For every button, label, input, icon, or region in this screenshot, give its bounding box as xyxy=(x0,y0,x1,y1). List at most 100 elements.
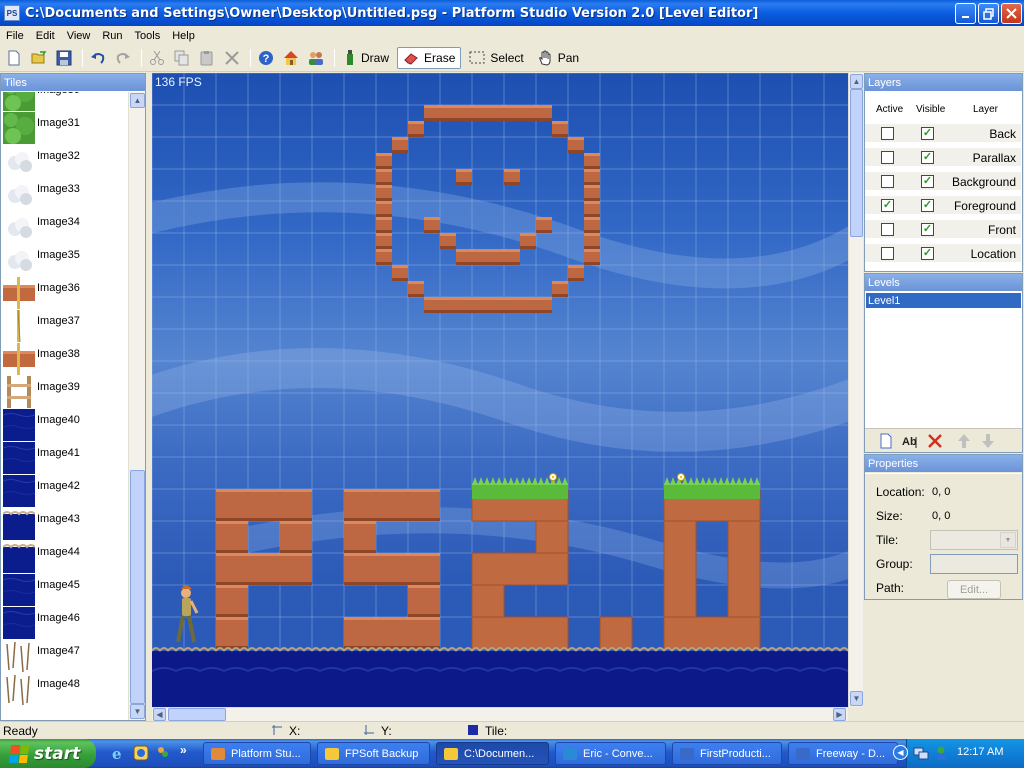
layer-active-checkbox[interactable] xyxy=(881,247,894,260)
layer-active-checkbox[interactable] xyxy=(881,127,894,140)
menu-view[interactable]: View xyxy=(61,30,97,42)
taskbar-button[interactable]: Freeway - D... xyxy=(788,742,898,765)
minimize-button[interactable] xyxy=(955,3,976,24)
tiles-scrollbar[interactable]: ▲ ▼ xyxy=(128,92,145,720)
menu-edit[interactable]: Edit xyxy=(30,30,61,42)
tile-list-item[interactable]: Image31 xyxy=(1,111,128,144)
cut-icon[interactable] xyxy=(146,47,168,69)
brick-tile xyxy=(280,553,312,585)
tile-list-item[interactable]: Image33 xyxy=(1,177,128,210)
menu-file[interactable]: File xyxy=(0,30,30,42)
delete-level-icon[interactable] xyxy=(927,433,943,449)
copy-icon[interactable] xyxy=(171,47,193,69)
move-down-icon[interactable] xyxy=(981,433,995,449)
draw-tool-button[interactable]: Draw xyxy=(339,47,394,69)
scroll-up-button[interactable]: ▲ xyxy=(130,93,145,108)
paste-icon[interactable] xyxy=(196,47,218,69)
home-icon[interactable] xyxy=(280,47,302,69)
edit-path-button[interactable]: Edit... xyxy=(947,580,1001,599)
messenger-icon[interactable] xyxy=(155,745,171,761)
tile-list-item[interactable]: Image43 xyxy=(1,507,128,540)
menu-help[interactable]: Help xyxy=(166,30,201,42)
tile-thumbnail xyxy=(6,674,30,705)
menu-run[interactable]: Run xyxy=(96,30,128,42)
scroll-down-button[interactable]: ▼ xyxy=(130,704,145,719)
tile-list-item[interactable]: Image44 xyxy=(1,540,128,573)
new-level-icon[interactable] xyxy=(879,433,893,449)
menu-tools[interactable]: Tools xyxy=(129,30,167,42)
network-icon[interactable] xyxy=(913,745,929,761)
users-icon[interactable] xyxy=(305,47,327,69)
tray-expand-icon[interactable]: ◀ xyxy=(893,745,908,760)
tile-list-item[interactable]: Image48 xyxy=(1,672,128,705)
canvas-scroll-up-button[interactable]: ▲ xyxy=(850,74,863,89)
new-icon[interactable] xyxy=(3,47,25,69)
tile-list-item[interactable]: Image42 xyxy=(1,474,128,507)
brick-tile xyxy=(584,153,600,169)
select-tool-button[interactable]: Select xyxy=(464,47,528,69)
tile-list-item[interactable]: Image37 xyxy=(1,309,128,342)
pan-tool-button[interactable]: Pan xyxy=(532,47,584,69)
tile-list-item[interactable]: Image45 xyxy=(1,573,128,606)
open-icon[interactable] xyxy=(28,47,50,69)
taskbar-button[interactable]: C:\Documen... xyxy=(436,742,549,765)
layer-visible-checkbox[interactable]: ✓ xyxy=(921,223,934,236)
tile-list-item[interactable]: Image41 xyxy=(1,441,128,474)
player-character xyxy=(176,585,199,643)
app-icon: PS xyxy=(4,5,20,21)
draw-tool-label: Draw xyxy=(361,51,390,65)
layer-active-checkbox[interactable] xyxy=(881,151,894,164)
layer-active-checkbox[interactable]: ✓ xyxy=(881,199,894,212)
canvas-vertical-scrollbar[interactable]: ▲ ▼ xyxy=(848,73,863,707)
tile-list-item[interactable]: Image46 xyxy=(1,606,128,639)
tile-list-item[interactable]: Image36 xyxy=(1,276,128,309)
level-item[interactable]: Level1 xyxy=(866,293,1021,308)
save-icon[interactable] xyxy=(53,47,75,69)
delete-icon[interactable] xyxy=(221,47,243,69)
canvas-horizontal-scrollbar[interactable]: ◀ ▶ xyxy=(152,707,848,721)
user-status-icon[interactable] xyxy=(933,745,949,761)
scroll-thumb[interactable] xyxy=(130,470,145,704)
tile-list-item[interactable]: Image40 xyxy=(1,408,128,441)
canvas-scroll-down-button[interactable]: ▼ xyxy=(850,691,863,706)
group-field[interactable] xyxy=(930,554,1018,574)
taskbar-button[interactable]: FPSoft Backup xyxy=(317,742,430,765)
quick-launch-expand-icon[interactable]: » xyxy=(180,743,187,757)
rename-icon[interactable]: Ab xyxy=(902,433,920,449)
level-canvas[interactable]: 136 FPS xyxy=(152,73,848,707)
taskbar-button[interactable]: FirstProducti... xyxy=(672,742,782,765)
internet-explorer-icon[interactable]: e xyxy=(110,745,126,761)
start-button[interactable]: start xyxy=(0,739,96,768)
restore-button[interactable] xyxy=(978,3,999,24)
tile-thumbnail xyxy=(17,309,21,342)
layer-visible-checkbox[interactable]: ✓ xyxy=(921,151,934,164)
layer-visible-checkbox[interactable]: ✓ xyxy=(921,175,934,188)
canvas-hscroll-thumb[interactable] xyxy=(168,708,226,721)
erase-tool-button[interactable]: Erase xyxy=(397,47,462,69)
media-player-icon[interactable] xyxy=(133,745,149,761)
move-up-icon[interactable] xyxy=(957,433,971,449)
canvas-scroll-left-button[interactable]: ◀ xyxy=(153,708,166,721)
undo-icon[interactable] xyxy=(87,47,109,69)
canvas-scroll-right-button[interactable]: ▶ xyxy=(833,708,846,721)
taskbar-button[interactable]: Platform Stu... xyxy=(203,742,311,765)
redo-icon[interactable] xyxy=(112,47,134,69)
tile-list-item[interactable]: Image35 xyxy=(1,243,128,276)
layer-active-checkbox[interactable] xyxy=(881,223,894,236)
tile-list-item[interactable]: Image30 xyxy=(1,92,128,111)
help-icon[interactable]: ? xyxy=(255,47,277,69)
tile-list-item[interactable]: Image34 xyxy=(1,210,128,243)
tile-list-item[interactable]: Image39 xyxy=(1,375,128,408)
layer-active-checkbox[interactable] xyxy=(881,175,894,188)
taskbar-button[interactable]: Eric - Conve... xyxy=(555,742,666,765)
tile-list-item[interactable]: Image38 xyxy=(1,342,128,375)
close-button[interactable] xyxy=(1001,3,1022,24)
tile-select[interactable]: ▼ xyxy=(930,530,1018,550)
layer-visible-checkbox[interactable]: ✓ xyxy=(921,247,934,260)
tile-list-item[interactable]: Image32 xyxy=(1,144,128,177)
layer-visible-checkbox[interactable]: ✓ xyxy=(921,199,934,212)
task-app-icon xyxy=(211,747,225,760)
tile-list-item[interactable]: Image47 xyxy=(1,639,128,672)
canvas-vscroll-thumb[interactable] xyxy=(850,89,863,237)
layer-visible-checkbox[interactable]: ✓ xyxy=(921,127,934,140)
